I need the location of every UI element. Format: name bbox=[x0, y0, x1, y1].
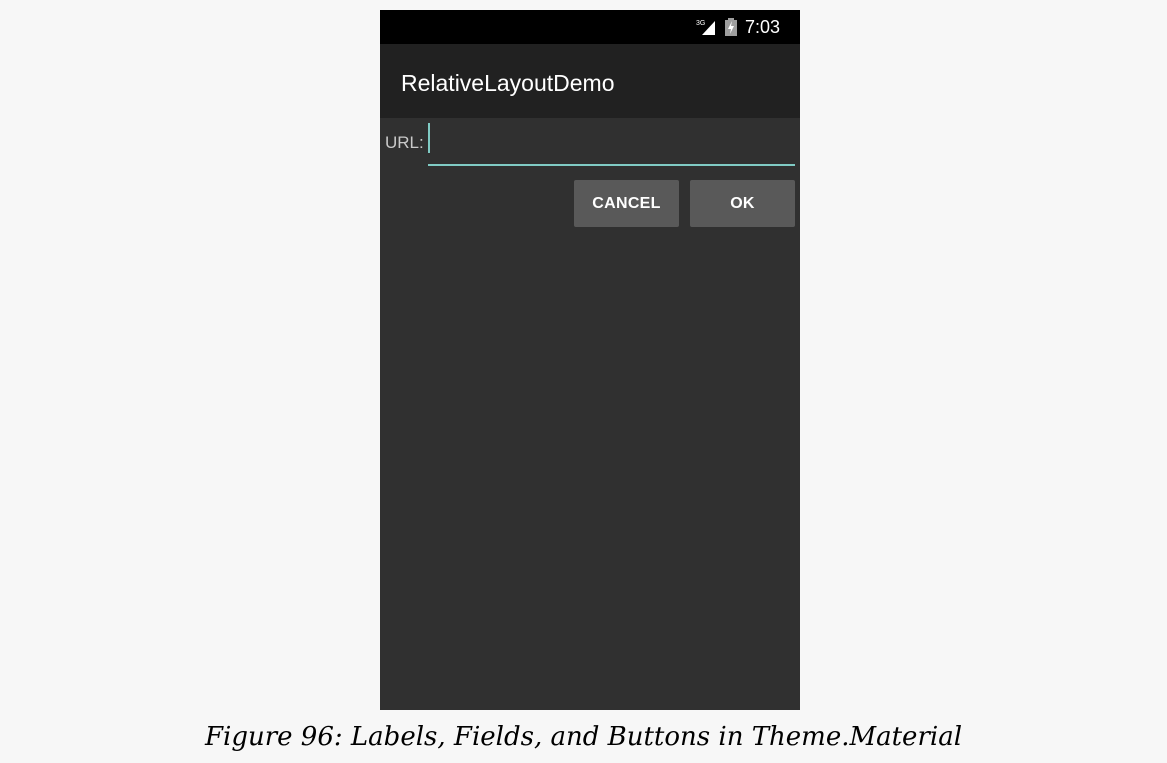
text-cursor bbox=[428, 123, 430, 153]
app-title: RelativeLayoutDemo bbox=[401, 70, 615, 96]
url-input[interactable] bbox=[428, 122, 795, 166]
status-time: 7:03 bbox=[745, 17, 781, 37]
network-type-label: 3G bbox=[696, 20, 705, 27]
status-bar: 3G 7:03 bbox=[380, 10, 800, 44]
device-screen: 3G 7:03 RelativeLayoutDemo URL: CANCEL O… bbox=[380, 10, 800, 710]
app-bar: RelativeLayoutDemo bbox=[380, 44, 800, 118]
signal-icon: 3G bbox=[696, 20, 715, 35]
cancel-button[interactable]: CANCEL bbox=[574, 180, 679, 227]
battery-charging-icon bbox=[725, 18, 737, 36]
figure-caption: Figure 96: Labels, Fields, and Buttons i… bbox=[204, 722, 963, 752]
ok-button[interactable]: OK bbox=[690, 180, 795, 227]
url-label: URL: bbox=[385, 133, 424, 152]
